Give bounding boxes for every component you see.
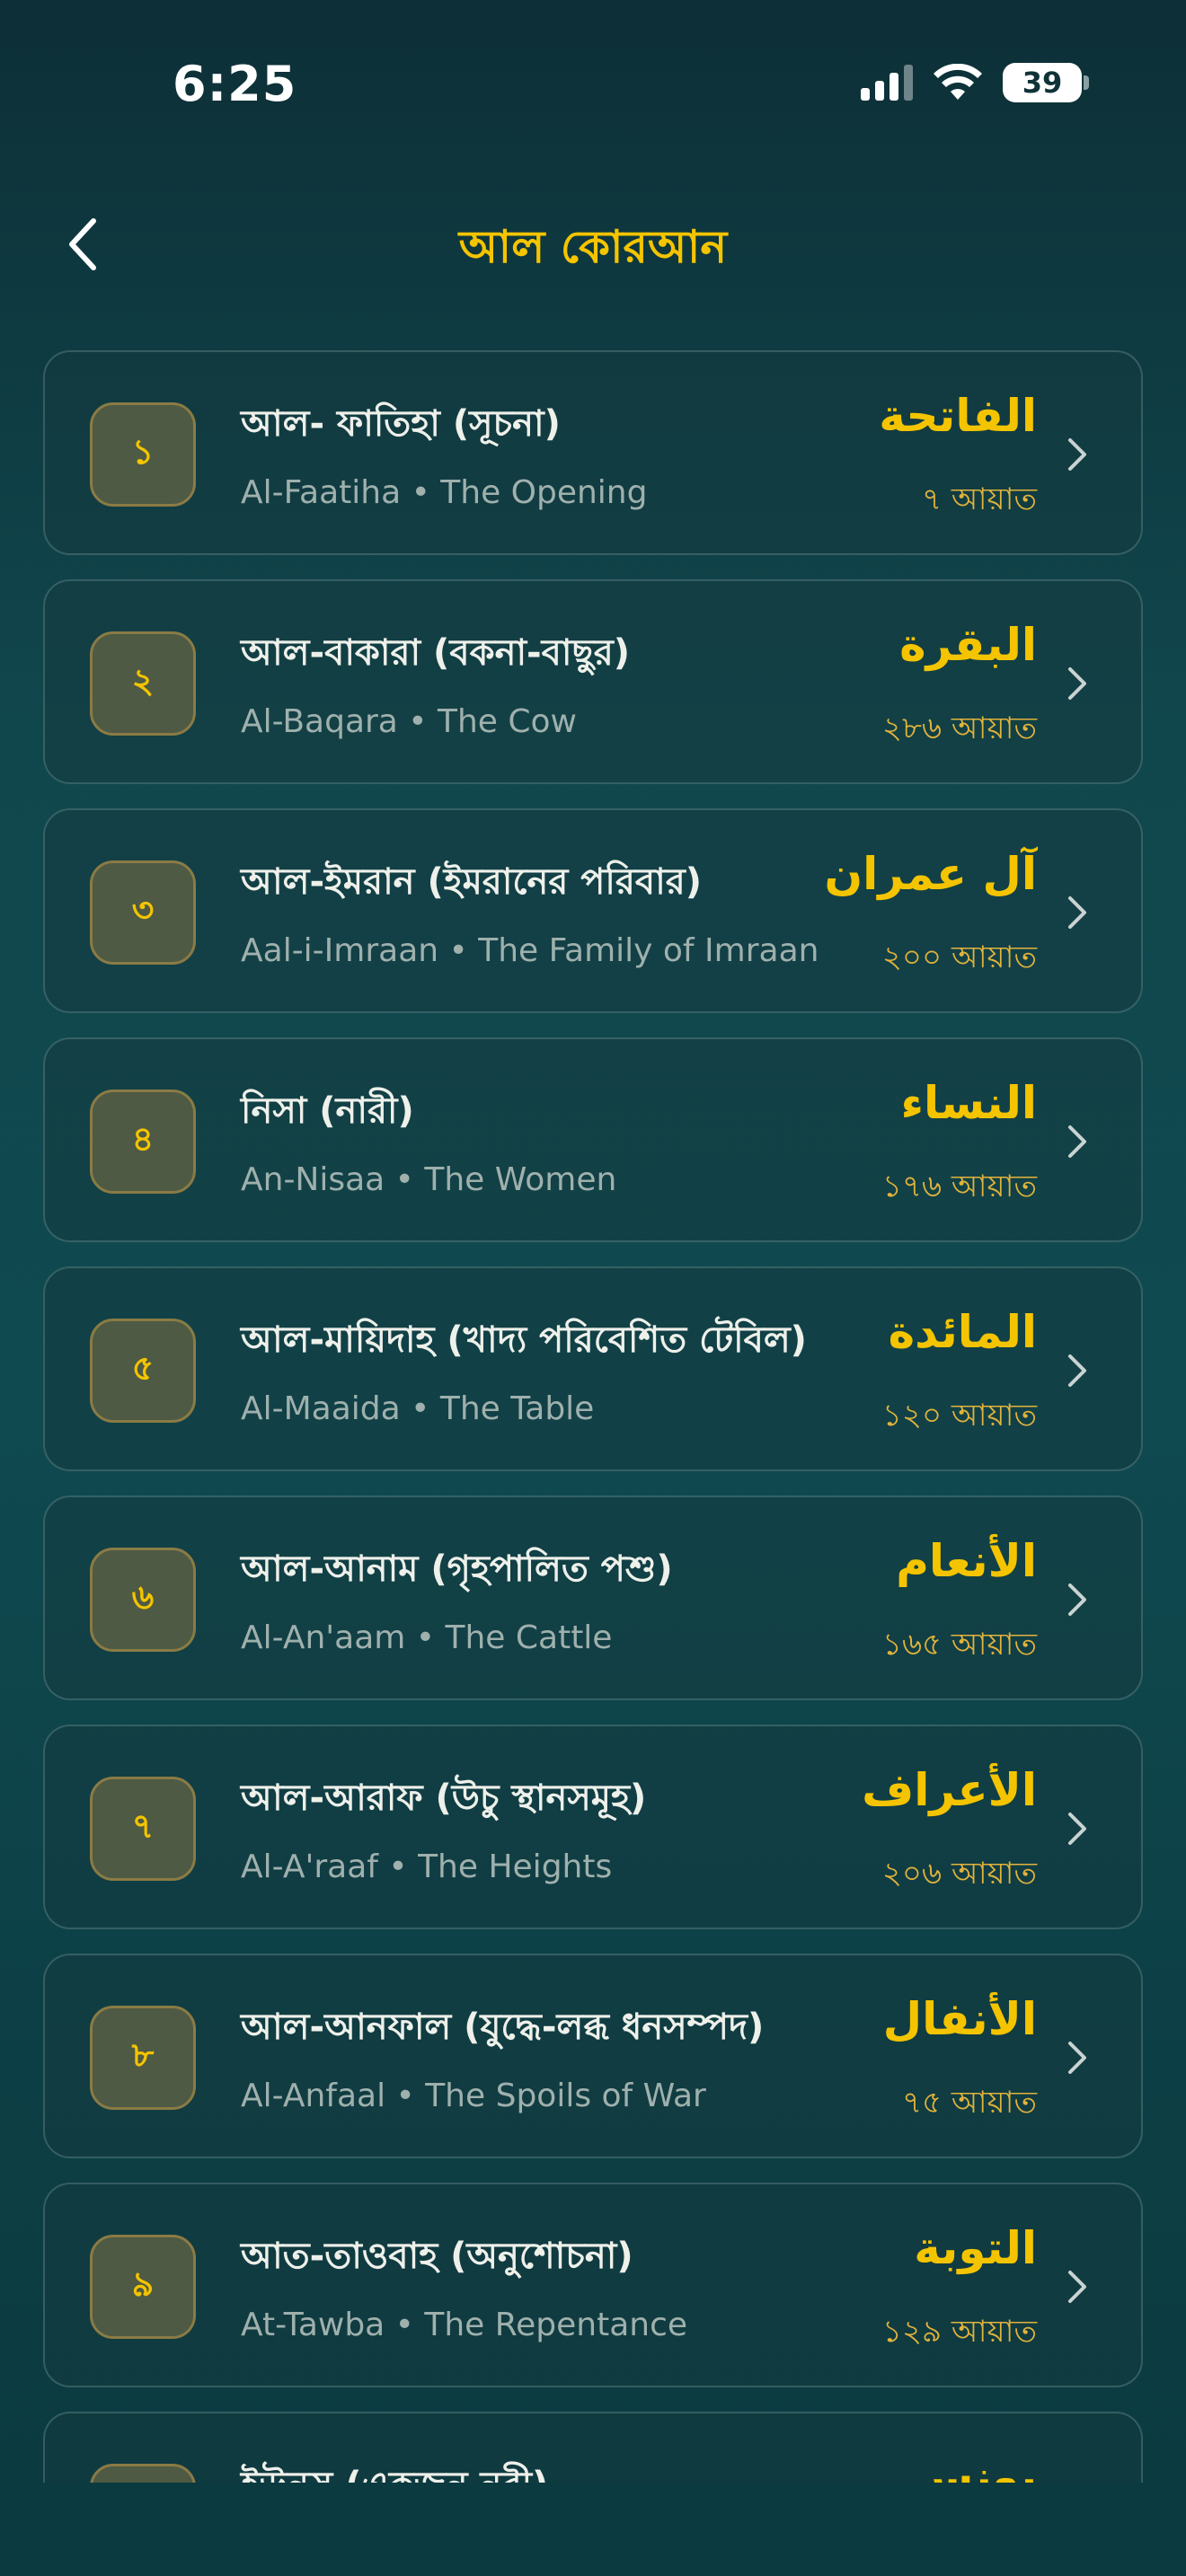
- surah-number-badge: ৩: [90, 860, 196, 965]
- surah-arabic-name: التوبة: [914, 2222, 1037, 2274]
- surah-ayah-count: ৭৫ আয়াত: [901, 2085, 1037, 2121]
- surah-arabic-name: الأنعام: [896, 1535, 1037, 1587]
- bottom-bar: [0, 2483, 1186, 2576]
- surah-row[interactable]: ৫ আল-মায়িদাহ (খাদ্য পরিবেশিত টেবিল) Al-…: [43, 1266, 1143, 1471]
- surah-english-name: Aal-i-Imraan • The Family of Imraan: [241, 932, 819, 969]
- surah-number-badge: ২: [90, 631, 196, 736]
- chevron-right-icon: [1064, 2267, 1091, 2307]
- surah-row[interactable]: ৬ আল-আনাম (গৃহপালিত পশু) Al-An'aam • The…: [43, 1495, 1143, 1700]
- surah-bengali-name: আল-মায়িদাহ (খাদ্য পরিবেশিত টেবিল): [241, 1319, 807, 1361]
- surah-number-badge: ৬: [90, 1548, 196, 1652]
- surah-english-name: Al-Faatiha • The Opening: [241, 474, 648, 511]
- wifi-icon: [934, 64, 982, 100]
- chevron-right-icon: [1064, 1122, 1091, 1161]
- surah-number-badge: ৭: [90, 1777, 196, 1881]
- surah-arabic-name: البقرة: [899, 619, 1037, 671]
- surah-bengali-name: নিসা (নারী): [241, 1090, 414, 1132]
- surah-arabic-name: النساء: [900, 1077, 1037, 1129]
- chevron-right-icon: [1064, 1809, 1091, 1848]
- chevron-right-icon: [1064, 664, 1091, 703]
- surah-bengali-name: আল-আরাফ (উচু স্থানসমূহ): [241, 1778, 647, 1819]
- surah-english-name: Al-Baqara • The Cow: [241, 703, 577, 740]
- surah-row[interactable]: ৭ আল-আরাফ (উচু স্থানসমূহ) Al-A'raaf • Th…: [43, 1725, 1143, 1929]
- page-title: আল কোরআন: [458, 221, 728, 273]
- surah-english-name: Al-A'raaf • The Heights: [241, 1848, 613, 1885]
- surah-bengali-name: আল-আনাম (গৃহপালিত পশু): [241, 1548, 673, 1590]
- surah-english-name: Al-An'aam • The Cattle: [241, 1619, 613, 1656]
- surah-ayah-count: ১৬৫ আয়াত: [881, 1627, 1037, 1663]
- surah-row[interactable]: ৪ নিসা (নারী) An-Nisaa • The Women النسا…: [43, 1037, 1143, 1242]
- cellular-signal-icon: [861, 65, 913, 101]
- surah-bengali-name: আল-বাকারা (বকনা-বাছুর): [241, 632, 631, 674]
- surah-bengali-name: আল-আনফাল (যুদ্ধে-লব্ধ ধনসম্পদ): [241, 2007, 765, 2048]
- surah-ayah-count: ১৭৬ আয়াত: [881, 1169, 1037, 1204]
- surah-bengali-name: আল- ফাতিহা (সূচনা): [241, 403, 561, 445]
- surah-ayah-count: ১২০ আয়াত: [881, 1398, 1037, 1434]
- surah-bengali-name: আত-তাওবাহ (অনুশোচনা): [241, 2236, 633, 2277]
- status-time: 6:25: [173, 56, 297, 112]
- surah-english-name: Al-Maaida • The Table: [241, 1390, 595, 1427]
- surah-number-badge: ৯: [90, 2235, 196, 2339]
- surah-english-name: At-Tawba • The Repentance: [241, 2307, 688, 2343]
- surah-number-badge: ১: [90, 402, 196, 507]
- surah-ayah-count: ২০৬ আয়াত: [881, 1856, 1037, 1892]
- status-icons: 39: [861, 63, 1089, 102]
- surah-arabic-name: آل عمران: [824, 848, 1037, 900]
- surah-ayah-count: ২০০ আয়াত: [881, 940, 1037, 975]
- surah-row[interactable]: ৩ আল-ইমরান (ইমরানের পরিবার) Aal-i-Imraan…: [43, 808, 1143, 1013]
- surah-arabic-name: الفاتحة: [879, 390, 1037, 442]
- surah-number-badge: ৪: [90, 1090, 196, 1194]
- surah-number-badge: ৮: [90, 2006, 196, 2110]
- header: আল কোরআন: [0, 189, 1186, 296]
- surah-english-name: An-Nisaa • The Women: [241, 1161, 617, 1198]
- chevron-right-icon: [1064, 435, 1091, 474]
- surah-arabic-name: الأنفال: [882, 1993, 1037, 2045]
- battery-level: 39: [1022, 66, 1063, 100]
- chevron-right-icon: [1064, 1351, 1091, 1390]
- surah-number-badge: ৫: [90, 1319, 196, 1423]
- surah-row[interactable]: ৯ আত-তাওবাহ (অনুশোচনা) At-Tawba • The Re…: [43, 2183, 1143, 2387]
- surah-arabic-name: الأعراف: [862, 1764, 1037, 1816]
- status-bar: 6:25 39: [0, 0, 1186, 171]
- battery-icon: 39: [1003, 63, 1089, 102]
- surah-ayah-count: ২৮৬ আয়াত: [881, 710, 1037, 746]
- chevron-right-icon: [1064, 2038, 1091, 2078]
- surah-ayah-count: ১২৯ আয়াত: [881, 2314, 1037, 2350]
- surah-row[interactable]: ১ আল- ফাতিহা (সূচনা) Al-Faatiha • The Op…: [43, 350, 1143, 555]
- surah-ayah-count: ৭ আয়াত: [922, 481, 1037, 517]
- surah-list[interactable]: ১ আল- ফাতিহা (সূচনা) Al-Faatiha • The Op…: [43, 350, 1143, 2576]
- chevron-right-icon: [1064, 1580, 1091, 1619]
- surah-english-name: Al-Anfaal • The Spoils of War: [241, 2078, 706, 2114]
- chevron-right-icon: [1064, 893, 1091, 932]
- surah-arabic-name: المائدة: [888, 1306, 1037, 1358]
- surah-bengali-name: আল-ইমরান (ইমরানের পরিবার): [241, 861, 703, 903]
- surah-row[interactable]: ৮ আল-আনফাল (যুদ্ধে-লব্ধ ধনসম্পদ) Al-Anfa…: [43, 1954, 1143, 2158]
- surah-row[interactable]: ২ আল-বাকারা (বকনা-বাছুর) Al-Baqara • The…: [43, 579, 1143, 784]
